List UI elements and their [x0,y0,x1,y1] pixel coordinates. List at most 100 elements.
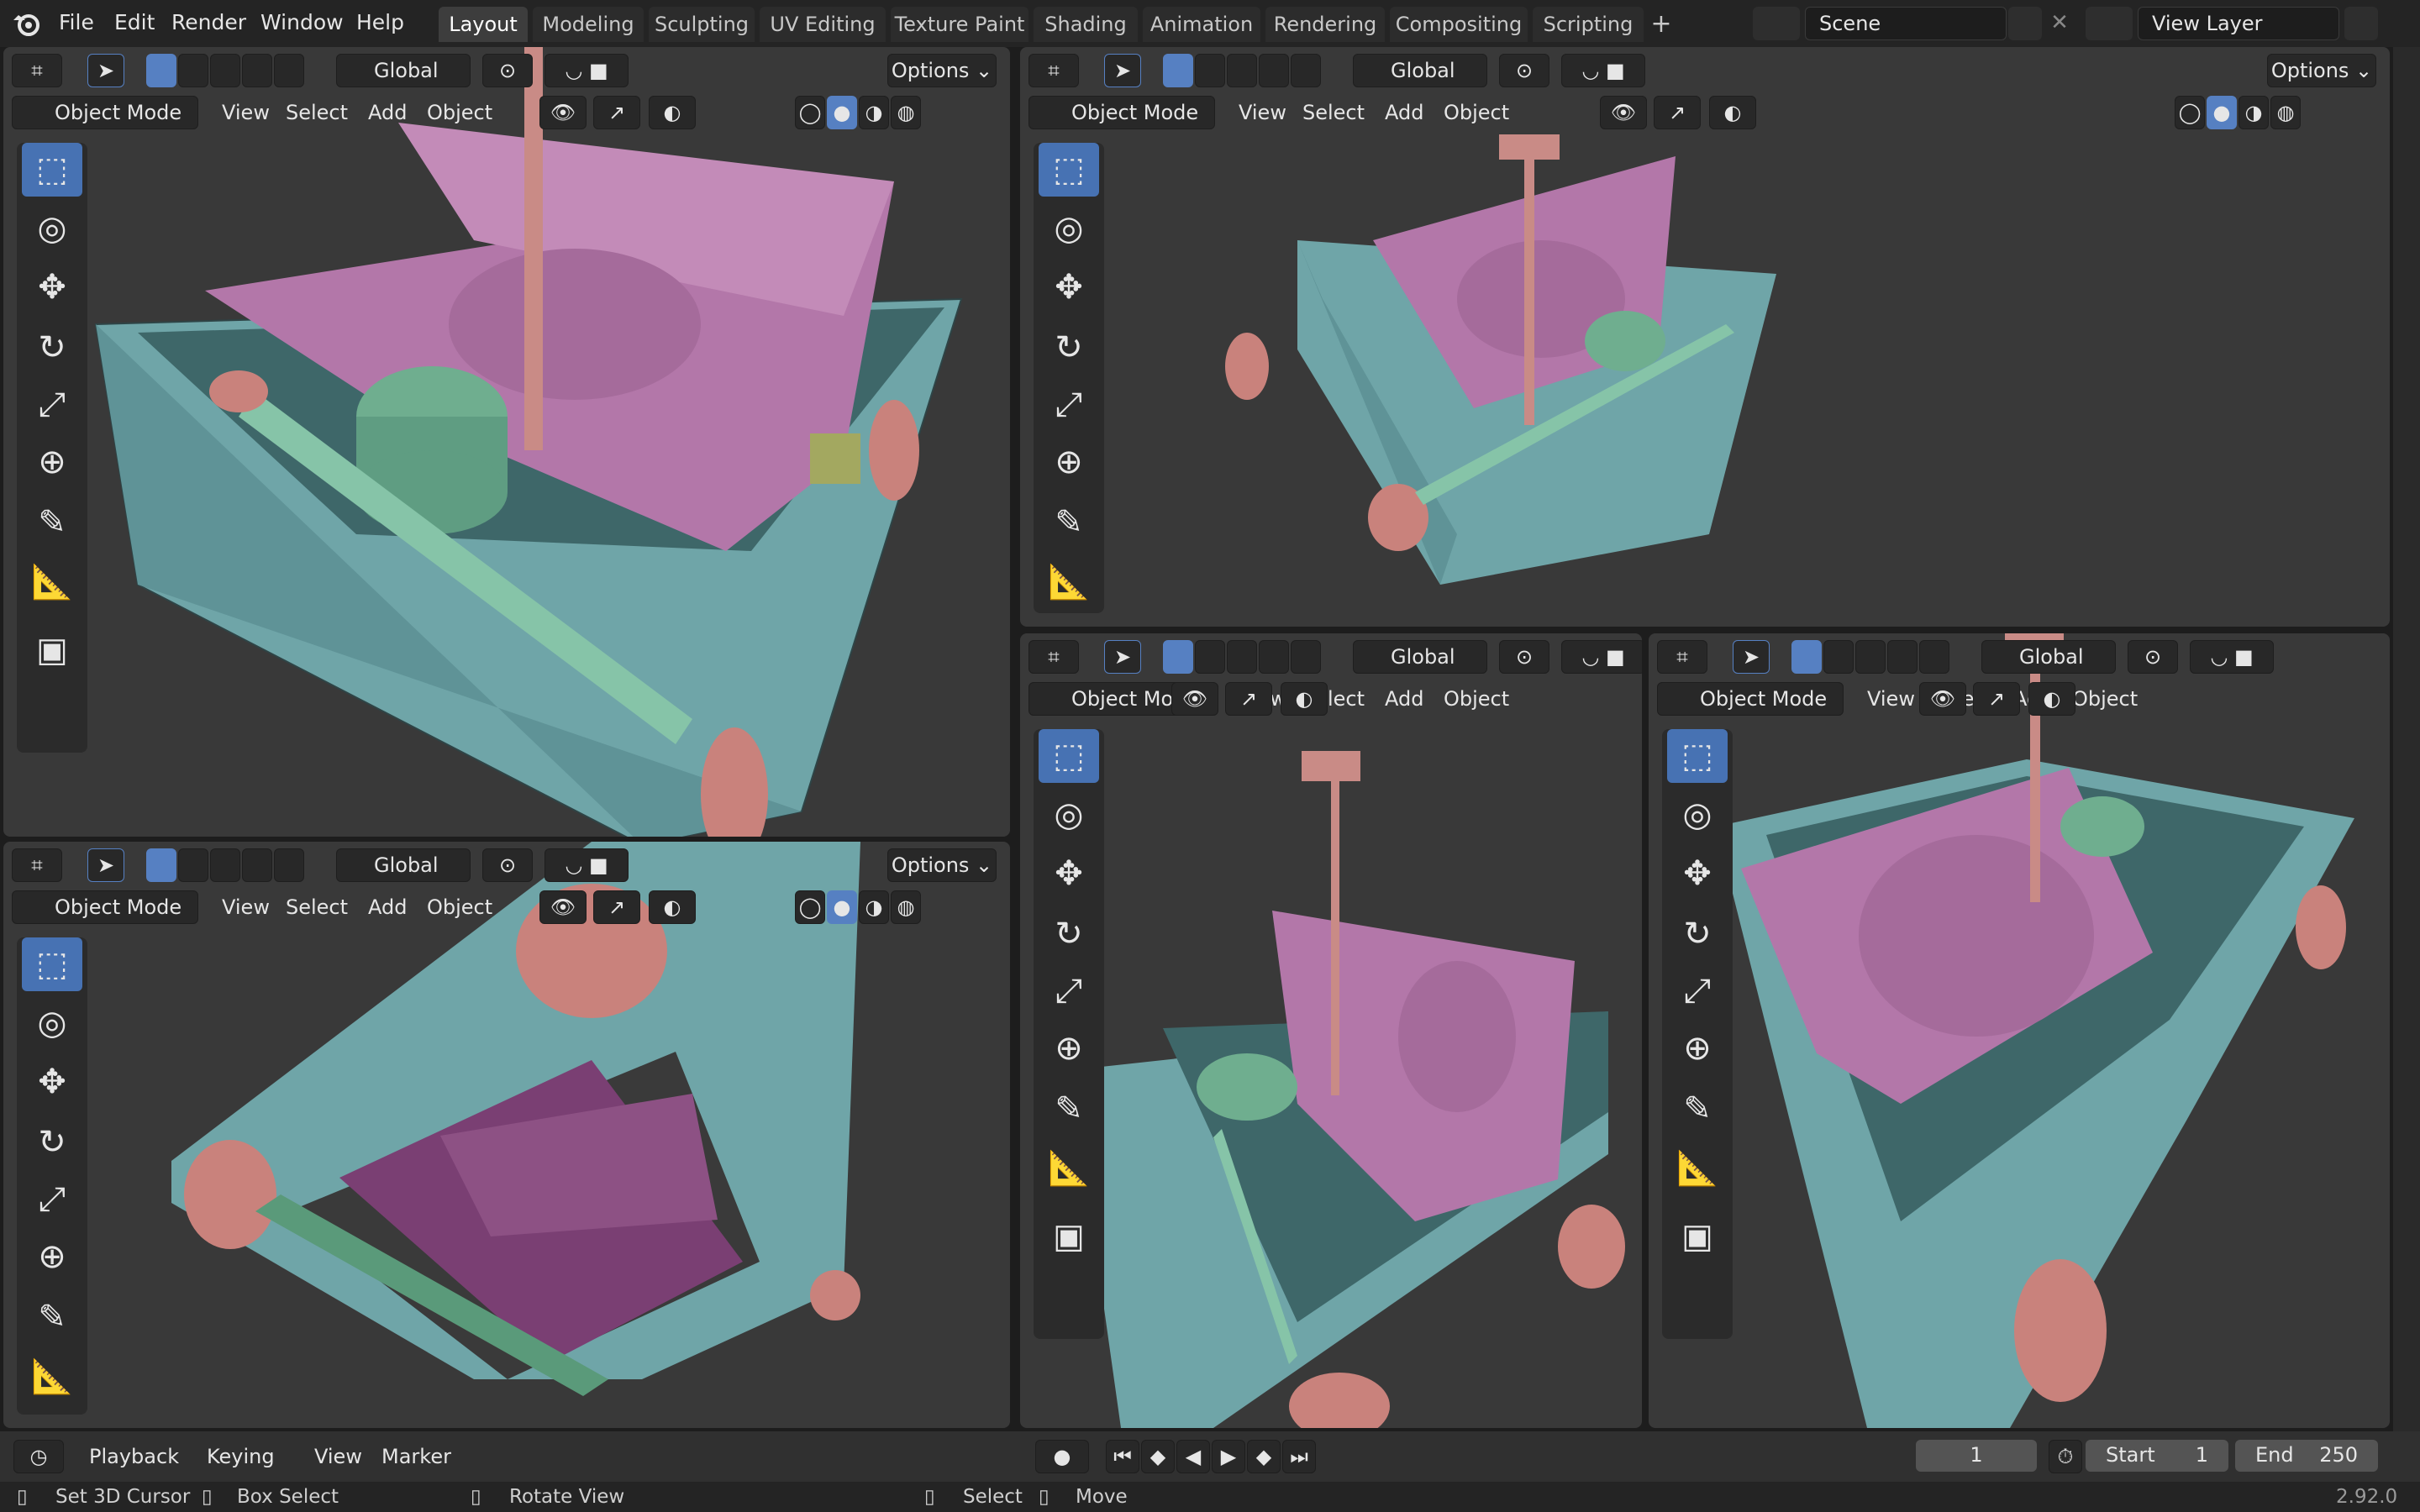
tab-layout[interactable]: Layout [439,7,528,42]
cursor-icon[interactable]: ◎ [1039,202,1099,255]
tab-sculpting[interactable]: Sculpting [649,7,755,42]
select-menu[interactable]: Select [277,890,356,924]
playback-menu[interactable]: Playback [81,1440,187,1473]
select-mode-intersect-icon[interactable] [274,54,304,87]
snap-icon[interactable]: ◡ ■ [544,848,629,882]
select-mode-new-icon[interactable] [1163,640,1193,674]
overlay-icon[interactable]: ◐ [649,890,696,924]
object-menu[interactable]: Object [2064,682,2146,716]
viewport-3d[interactable]: ⌗ ➤ Global ⊙ ◡ ■ Options ⌄ Object Mode V… [3,47,1010,837]
add-menu[interactable]: Add [360,890,415,924]
tab-uv-editing[interactable]: UV Editing [760,7,886,42]
move-icon[interactable]: ✥ [22,260,82,314]
select-menu[interactable]: Select [277,96,356,129]
menu-window[interactable]: Window [252,5,352,40]
mode-dropdown[interactable]: Object Mode [12,96,198,129]
solid-shading-icon[interactable]: ● [2207,96,2237,129]
pivot-point-icon[interactable]: ⊙ [2128,640,2178,674]
overlay-icon[interactable]: ◐ [649,96,696,129]
tab-rendering[interactable]: Rendering [1265,7,1385,42]
select-mode-intersect-icon[interactable] [274,848,304,882]
material-shading-icon[interactable]: ◑ [859,96,889,129]
visibility-eye-icon[interactable]: 👁 [539,96,587,129]
pivot-point-icon[interactable]: ⊙ [482,54,533,87]
jump-start-icon[interactable]: ⏮ [1106,1440,1139,1473]
new-scene-icon[interactable] [2008,7,2042,40]
move-icon[interactable]: ✥ [1039,260,1099,314]
mode-dropdown[interactable]: Object Mode [1657,682,1844,716]
transform-icon[interactable]: ⊕ [22,1230,82,1284]
select-mode-subtract-icon[interactable] [1227,54,1257,87]
select-tool-icon[interactable]: ➤ [1104,54,1141,87]
select-mode-intersect-icon[interactable] [1291,54,1321,87]
select-tool-icon[interactable]: ➤ [87,54,124,87]
add-menu[interactable]: Add [1376,96,1432,129]
gizmo-icon[interactable]: ↗ [1973,682,2020,716]
add-menu[interactable]: Add [1376,682,1432,716]
select-mode-invert-icon[interactable] [242,54,272,87]
object-menu[interactable]: Object [418,96,501,129]
select-mode-new-icon[interactable] [1791,640,1822,674]
select-mode-subtract-icon[interactable] [1227,640,1257,674]
menu-help[interactable]: Help [348,5,413,40]
editor-type-icon[interactable]: ⌗ [1028,54,1079,87]
viewport-3d[interactable]: ⌗ ➤ Global ⊙ ◡ ■ Object Mode View Select… [1649,633,2390,1428]
scale-icon[interactable]: ⤢ [1039,378,1099,432]
select-mode-subtract-icon[interactable] [1855,640,1886,674]
wireframe-shading-icon[interactable]: ◯ [795,890,825,924]
object-menu[interactable]: Object [418,890,501,924]
cursor-icon[interactable]: ◎ [1039,788,1099,842]
scene-browse-icon[interactable] [1753,7,1800,40]
jump-end-icon[interactable]: ⏭ [1282,1440,1316,1473]
add-cube-icon[interactable]: ▣ [1667,1210,1728,1263]
tab-texture-paint[interactable]: Texture Paint [891,7,1028,42]
measure-icon[interactable]: 📐 [1039,1141,1099,1194]
mode-dropdown[interactable]: Object Mode [12,890,198,924]
annotate-icon[interactable]: ✎ [22,496,82,549]
select-mode-invert-icon[interactable] [242,848,272,882]
rendered-shading-icon[interactable]: ◍ [891,96,921,129]
stopwatch-icon[interactable]: ⏱ [2049,1440,2082,1473]
visibility-eye-icon[interactable]: 👁 [539,890,587,924]
gizmo-icon[interactable]: ↗ [1225,682,1272,716]
material-shading-icon[interactable]: ◑ [2238,96,2269,129]
editor-type-icon[interactable]: ⌗ [12,848,62,882]
transform-orientation-dropdown[interactable]: Global [1353,640,1487,674]
measure-icon[interactable]: 📐 [1667,1141,1728,1194]
tab-shading[interactable]: Shading [1034,7,1138,42]
editor-type-icon[interactable]: ⌗ [1028,640,1079,674]
options-dropdown[interactable]: Options ⌄ [887,848,997,882]
view-menu[interactable]: View [1230,96,1295,129]
rotate-icon[interactable]: ↻ [22,321,82,375]
scale-icon[interactable]: ⤢ [1667,964,1728,1018]
object-menu[interactable]: Object [1435,96,1518,129]
scale-icon[interactable]: ⤢ [1039,964,1099,1018]
add-workspace-button[interactable]: + [1649,7,1674,42]
delete-scene-icon[interactable]: ✕ [2047,10,2072,35]
add-menu[interactable]: Add [360,96,415,129]
rotate-icon[interactable]: ↻ [1667,907,1728,961]
rendered-shading-icon[interactable]: ◍ [2270,96,2301,129]
pivot-point-icon[interactable]: ⊙ [1499,640,1549,674]
pivot-point-icon[interactable]: ⊙ [482,848,533,882]
select-mode-extend-icon[interactable] [1195,54,1225,87]
play-icon[interactable]: ▶ [1212,1440,1245,1473]
mode-dropdown[interactable]: Object Mode [1028,96,1215,129]
gizmo-icon[interactable]: ↗ [593,890,640,924]
scene-render[interactable] [3,842,1010,1428]
measure-icon[interactable]: 📐 [22,1349,82,1403]
select-mode-invert-icon[interactable] [1259,640,1289,674]
menu-edit[interactable]: Edit [106,5,163,40]
viewport-3d[interactable]: ⌗ ➤ Global ⊙ ◡ ■ Object Mode View Select… [1020,633,1642,1428]
wireframe-shading-icon[interactable]: ◯ [795,96,825,129]
add-cube-icon[interactable]: ▣ [1039,1210,1099,1263]
scale-icon[interactable]: ⤢ [22,1173,82,1226]
select-mode-invert-icon[interactable] [1887,640,1918,674]
measure-icon[interactable]: 📐 [1039,554,1099,608]
current-frame-field[interactable]: 1 [1916,1440,2037,1472]
scene-render[interactable] [1649,633,2390,1428]
select-mode-new-icon[interactable] [1163,54,1193,87]
transform-icon[interactable]: ⊕ [1039,435,1099,489]
gizmo-icon[interactable]: ↗ [1654,96,1701,129]
select-box-icon[interactable]: ⬚ [1039,729,1099,783]
